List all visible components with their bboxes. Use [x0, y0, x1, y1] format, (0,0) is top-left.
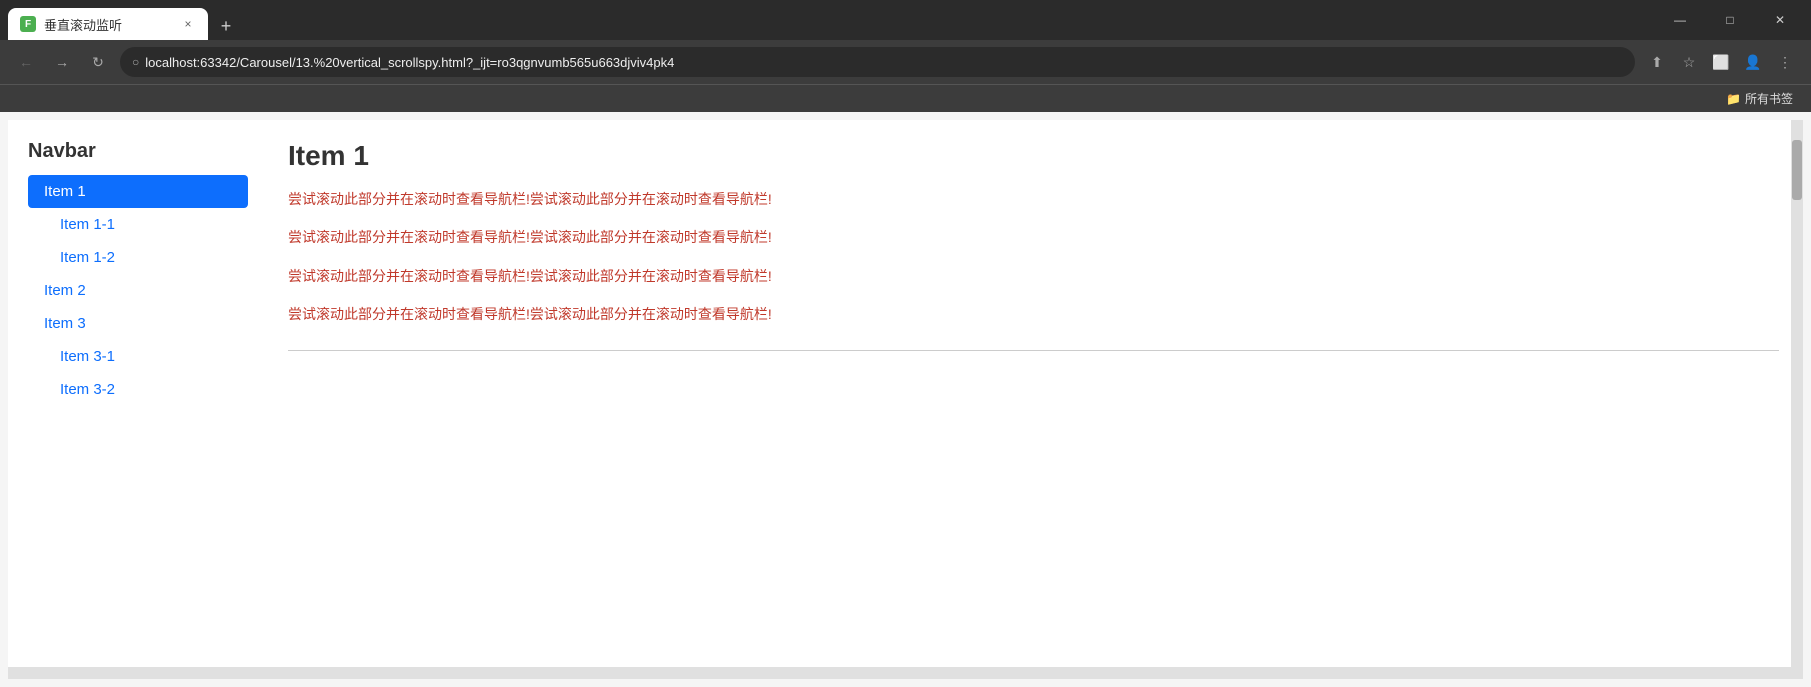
spy-sidebar: Navbar Item 1Item 1-1Item 1-2Item 2Item …: [28, 140, 248, 659]
refresh-button[interactable]: ↻: [84, 48, 112, 76]
title-bar: F 垂直滚动监听 × + — □ ✕: [0, 0, 1811, 40]
tablet-mode-button[interactable]: ⬜: [1707, 48, 1735, 76]
bookmarks-bar: 📁 所有书签: [0, 84, 1811, 112]
browser-window: F 垂直滚动监听 × + — □ ✕ ← → ↻ ○ localhost:633…: [0, 0, 1811, 687]
toolbar-actions: ⬆ ☆ ⬜ 👤 ⋮: [1643, 48, 1799, 76]
scrollbar-thumb[interactable]: [1792, 140, 1802, 200]
back-button[interactable]: ←: [12, 48, 40, 76]
address-text: localhost:63342/Carousel/13.%20vertical_…: [145, 55, 1623, 70]
scrollspy-container: Navbar Item 1Item 1-1Item 1-2Item 2Item …: [8, 120, 1803, 679]
forward-button[interactable]: →: [48, 48, 76, 76]
nav-item-item-1[interactable]: Item 1: [28, 175, 248, 208]
share-button[interactable]: ⬆: [1643, 48, 1671, 76]
nav-item-item-1-1[interactable]: Item 1-1: [28, 208, 248, 241]
page-content: Navbar Item 1Item 1-1Item 1-2Item 2Item …: [8, 120, 1803, 679]
paragraphs-container: 尝试滚动此部分并在滚动时查看导航栏!尝试滚动此部分并在滚动时查看导航栏! 尝试滚动…: [288, 188, 1779, 326]
nav-item-item-3-1[interactable]: Item 3-1: [28, 340, 248, 373]
spy-main: Item 1 尝试滚动此部分并在滚动时查看导航栏!尝试滚动此部分并在滚动时查看导…: [268, 140, 1779, 659]
menu-button[interactable]: ⋮: [1771, 48, 1799, 76]
nav-item-item-3[interactable]: Item 3: [28, 307, 248, 340]
all-bookmarks-item[interactable]: 📁 所有书签: [1720, 88, 1799, 109]
tab-title: 垂直滚动监听: [44, 15, 172, 34]
bookmark-button[interactable]: ☆: [1675, 48, 1703, 76]
window-controls: — □ ✕: [1657, 5, 1803, 35]
active-tab[interactable]: F 垂直滚动监听 ×: [8, 8, 208, 40]
nav-item-item-2[interactable]: Item 2: [28, 274, 248, 307]
nav-items-container: Item 1Item 1-1Item 1-2Item 2Item 3Item 3…: [28, 175, 248, 406]
vertical-scrollbar[interactable]: [1791, 120, 1803, 679]
new-tab-button[interactable]: +: [212, 12, 240, 40]
nav-item-item-3-2[interactable]: Item 3-2: [28, 373, 248, 406]
lock-icon: ○: [132, 55, 139, 69]
tab-favicon: F: [20, 16, 36, 32]
all-bookmarks-label: 所有书签: [1745, 90, 1793, 107]
horizontal-scrollbar[interactable]: [8, 667, 1791, 679]
maximize-button[interactable]: □: [1707, 5, 1753, 35]
nav-item-item-1-2[interactable]: Item 1-2: [28, 241, 248, 274]
paragraph-1: 尝试滚动此部分并在滚动时查看导航栏!尝试滚动此部分并在滚动时查看导航栏!: [288, 188, 1779, 210]
section-title: Item 1: [288, 140, 1779, 172]
tab-close-button[interactable]: ×: [180, 16, 196, 32]
bookmarks-folder-icon: 📁: [1726, 92, 1741, 106]
toolbar: ← → ↻ ○ localhost:63342/Carousel/13.%20v…: [0, 40, 1811, 84]
page-area: Navbar Item 1Item 1-1Item 1-2Item 2Item …: [0, 112, 1811, 687]
navbar-title: Navbar: [28, 140, 248, 163]
tab-bar: F 垂直滚动监听 × +: [8, 0, 1657, 40]
section-divider: [288, 350, 1779, 351]
profile-button[interactable]: 👤: [1739, 48, 1767, 76]
minimize-button[interactable]: —: [1657, 5, 1703, 35]
address-bar[interactable]: ○ localhost:63342/Carousel/13.%20vertica…: [120, 47, 1635, 77]
close-button[interactable]: ✕: [1757, 5, 1803, 35]
paragraph-3: 尝试滚动此部分并在滚动时查看导航栏!尝试滚动此部分并在滚动时查看导航栏!: [288, 265, 1779, 287]
paragraph-4: 尝试滚动此部分并在滚动时查看导航栏!尝试滚动此部分并在滚动时查看导航栏!: [288, 303, 1779, 325]
paragraph-2: 尝试滚动此部分并在滚动时查看导航栏!尝试滚动此部分并在滚动时查看导航栏!: [288, 226, 1779, 248]
